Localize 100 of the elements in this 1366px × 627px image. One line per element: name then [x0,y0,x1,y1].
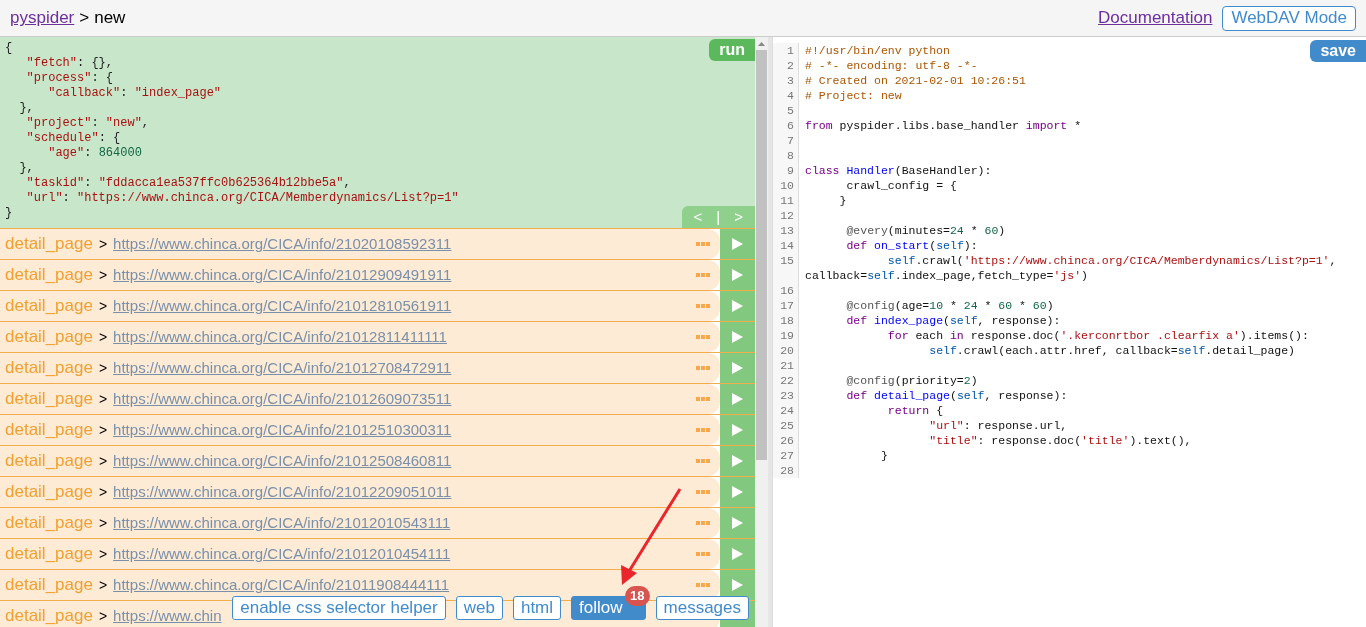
save-button[interactable]: save [1310,40,1366,62]
project-name: new [94,7,126,30]
code-line: crawl_config = { [845,178,957,193]
more-icon[interactable] [696,335,710,339]
callback-name: detail_page [5,264,93,287]
follow-url-link[interactable]: https://www.chinca.org/CICA/info/21012811411111 [113,325,447,349]
more-icon[interactable] [696,366,710,370]
arrow-separator: > [98,265,108,285]
task-json-line: "age": 864000 [47,146,142,161]
scrollbar-thumb[interactable] [756,50,767,460]
play-icon [732,238,743,250]
code-line: # -*- encoding: utf-8 -*- [805,58,978,73]
line-number: 27 [773,448,799,463]
documentation-link[interactable]: Documentation [1098,5,1213,31]
follow-url-link[interactable]: https://www.chinca.org/CICA/info/21011908444111 [113,573,450,597]
arrow-separator: > [98,513,108,533]
play-icon [732,517,743,529]
line-number: 25 [773,418,799,433]
play-icon [732,424,743,436]
line-number: 12 [773,208,799,223]
line-number: 5 [773,103,799,118]
more-icon[interactable] [696,273,710,277]
callback-name: detail_page [5,357,93,380]
callback-name: detail_page [5,481,93,504]
panel-tab[interactable]: enable css selector helper [232,596,446,620]
line-number: 9 [773,163,799,178]
more-icon[interactable] [696,459,710,463]
play-button[interactable] [720,353,755,383]
more-icon[interactable] [696,552,710,556]
scroll-up-icon[interactable] [758,42,765,46]
play-button[interactable] [720,446,755,476]
follow-url-link[interactable]: https://www.chinca.org/CICA/info/21012010543111 [113,511,451,535]
callback-name: detail_page [5,574,93,597]
play-button[interactable] [720,229,755,259]
follow-url-link[interactable]: https://www.chinca.org/CICA/info/21020108592311 [113,232,452,256]
follow-url-link[interactable]: https://www.chinca.org/CICA/info/21012510300311 [113,418,452,442]
code-line: #!/usr/bin/env python [805,43,950,58]
callback-name: detail_page [5,605,93,627]
follow-url-link[interactable]: https://www.chinca.org/CICA/info/21012209051011 [113,480,452,504]
run-button[interactable]: run [709,39,755,61]
code-line: @every(minutes=24 * 60) [845,223,1006,238]
code-line: def on_start(self): [845,238,978,253]
follow-url-link[interactable]: https://www.chinca.org/CICA/info/21012810561911 [113,294,452,318]
play-button[interactable] [720,570,755,600]
task-json-line: "schedule": { [25,131,121,146]
play-icon [732,579,743,591]
more-icon[interactable] [696,521,710,525]
previous-button[interactable]: < [693,205,703,229]
line-number: 3 [773,73,799,88]
home-link[interactable]: pyspider [10,5,75,31]
line-number: 10 [773,178,799,193]
play-button[interactable] [720,415,755,445]
play-button[interactable] [720,539,755,569]
line-number: 4 [773,88,799,103]
code-line: def index_page(self, response): [845,313,1061,328]
follow-url-link[interactable]: https://www.chinca.org/CICA/info/21012508460811 [113,449,452,473]
more-icon[interactable] [696,583,710,587]
callback-name: detail_page [5,295,93,318]
play-button[interactable] [720,477,755,507]
more-icon[interactable] [696,490,710,494]
code-line: self.crawl(each.attr.href, callback=self.detail_page) [928,343,1295,358]
line-number: 28 [773,463,799,478]
code-line: self.crawl('https://www.chinca.org/CICA/Memberdynamics/List?p=1', callback=self.index_page,fetch_type='js') [805,253,1338,283]
play-button[interactable] [720,291,755,321]
follow-url-link[interactable]: https://www.chinca.org/CICA/info/21012609073511 [113,387,452,411]
callback-name: detail_page [5,233,93,256]
follow-url-link[interactable]: https://www.chinca.org/CICA/info/21012909491911 [113,263,452,287]
more-icon[interactable] [696,242,710,246]
line-number: 26 [773,433,799,448]
task-json-line: "taskid": "fddacca1ea537ffc0b625364b12bbe5a", [25,176,351,191]
code-line: @config(age=10 * 24 * 60 * 60) [845,298,1054,313]
play-icon [732,300,743,312]
play-button[interactable] [720,508,755,538]
task-json-line: } [5,206,13,221]
play-button[interactable] [720,260,755,290]
task-json-line: "project": "new", [25,116,150,131]
panel-tab[interactable]: web [455,596,503,620]
play-button[interactable] [720,384,755,414]
more-icon[interactable] [696,428,710,432]
callback-name: detail_page [5,388,93,411]
code-line: def detail_page(self, response): [845,388,1068,403]
more-icon[interactable] [696,304,710,308]
code-line: return { [886,403,944,418]
follow-url-link[interactable]: https://www.chinca.org/CICA/info/21012010454111 [113,542,451,566]
play-icon [732,548,743,560]
task-json-line: "fetch": {}, [25,56,114,71]
play-button[interactable] [720,322,755,352]
line-number: 22 [773,373,799,388]
play-icon [732,455,743,467]
line-number: 19 [773,328,799,343]
more-icon[interactable] [696,397,710,401]
next-button[interactable]: > [734,205,743,229]
webdav-mode-button[interactable]: WebDAV Mode [1222,5,1356,31]
panel-tab[interactable]: messages [655,596,749,620]
callback-name: detail_page [5,512,93,535]
follow-url-link[interactable]: https://www.chin [113,604,222,627]
panel-tab[interactable]: html [512,596,562,620]
follow-url-link[interactable]: https://www.chinca.org/CICA/info/21012708472911 [113,356,452,380]
arrow-separator: > [98,358,108,378]
code-line: "url": response.url, [928,418,1068,433]
